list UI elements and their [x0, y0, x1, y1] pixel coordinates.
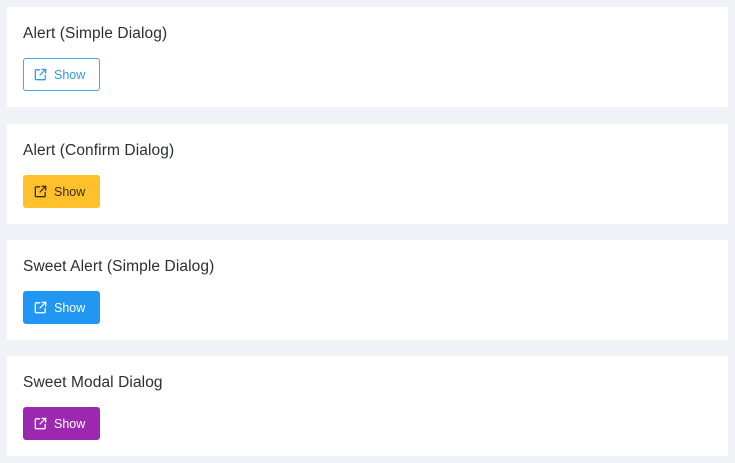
card-title: Alert (Confirm Dialog): [23, 142, 175, 159]
button-label: Show: [54, 67, 86, 82]
show-sweet-alert-simple-button[interactable]: Show: [23, 291, 100, 324]
card-sweet-alert-simple: Sweet Alert (Simple Dialog) Show: [7, 240, 728, 340]
show-alert-simple-button[interactable]: Show: [23, 58, 100, 91]
show-alert-confirm-button[interactable]: Show: [23, 175, 100, 208]
button-label: Show: [54, 300, 86, 315]
show-sweet-modal-button[interactable]: Show: [23, 407, 100, 440]
dialog-examples-page: Alert (Simple Dialog) Show Alert (Confir…: [0, 0, 735, 463]
card-title: Alert (Simple Dialog): [23, 25, 168, 42]
card-sweet-modal: Sweet Modal Dialog Show: [7, 356, 728, 456]
external-link-icon: [32, 184, 48, 200]
button-label: Show: [54, 416, 86, 431]
external-link-icon: [32, 300, 48, 316]
card-alert-simple: Alert (Simple Dialog) Show: [7, 7, 728, 107]
button-label: Show: [54, 184, 86, 199]
external-link-icon: [32, 416, 48, 432]
card-title: Sweet Alert (Simple Dialog): [23, 258, 215, 275]
card-title: Sweet Modal Dialog: [23, 374, 163, 391]
external-link-icon: [32, 67, 48, 83]
card-alert-confirm: Alert (Confirm Dialog) Show: [7, 124, 728, 224]
